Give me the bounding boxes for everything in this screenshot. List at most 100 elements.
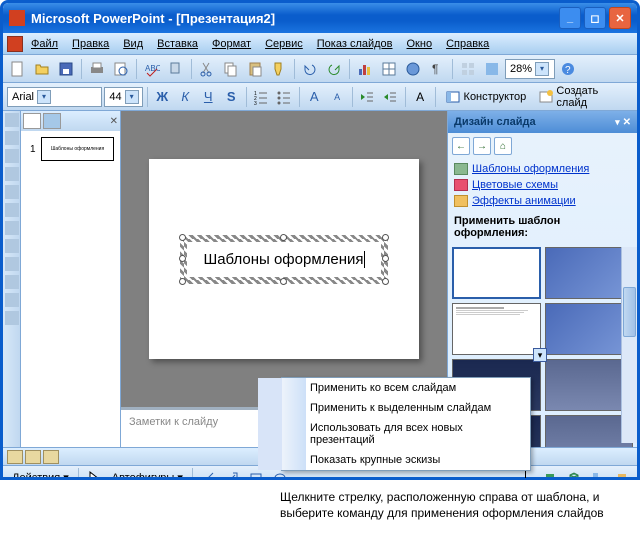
undo-button[interactable] [299,58,321,80]
paste-button[interactable] [244,58,266,80]
scroll-thumb[interactable] [623,287,636,337]
font-size-combo[interactable]: 44▾ [104,87,142,107]
rail-icon[interactable] [5,239,19,253]
rotate-button[interactable] [611,467,633,481]
resize-handle[interactable] [280,234,287,241]
template-thumb[interactable] [545,415,634,447]
open-button[interactable] [31,58,53,80]
help-button[interactable]: ? [557,58,579,80]
gallery-scrollbar[interactable] [621,247,637,443]
shadow-style-button[interactable] [539,467,561,481]
rail-icon[interactable] [5,131,19,145]
rail-icon[interactable] [5,113,19,127]
numbering-button[interactable]: 123 [251,86,272,108]
link-design-templates[interactable]: Шаблоны оформления [454,161,631,177]
forward-button[interactable]: → [473,137,491,155]
resize-handle[interactable] [280,278,287,285]
rail-icon[interactable] [5,203,19,217]
increase-font-button[interactable]: A [304,86,325,108]
home-button[interactable]: ⌂ [494,137,512,155]
chart-button[interactable] [354,58,376,80]
template-thumb[interactable] [452,247,541,299]
tables-borders-button[interactable]: ¶ [426,58,448,80]
underline-button[interactable]: Ч [198,86,219,108]
format-painter-button[interactable] [268,58,290,80]
designer-button[interactable]: Конструктор [440,86,532,108]
arrow-button[interactable] [221,467,243,481]
print-button[interactable] [86,58,108,80]
maximize-button[interactable]: ◻ [584,7,606,29]
outline-tab[interactable] [23,113,41,129]
pointer-button[interactable] [83,467,105,481]
title-bar[interactable]: Microsoft PowerPoint - [Презентация2] _ … [3,3,637,33]
decrease-indent-button[interactable] [357,86,378,108]
template-thumb[interactable]: ▾ [545,247,634,299]
close-panel-icon[interactable]: ✕ [110,116,118,127]
ctx-apply-selected[interactable]: Применить к выделенным слайдам [258,398,530,418]
link-animation[interactable]: Эффекты анимации [454,193,631,209]
menu-format[interactable]: Формат [206,36,257,52]
ctx-large-thumbs[interactable]: Показать крупные эскизы [258,450,530,470]
sorter-view-button[interactable] [25,450,41,464]
line-button[interactable] [197,467,219,481]
template-thumb[interactable] [545,359,634,411]
new-button[interactable] [7,58,29,80]
increase-indent-button[interactable] [380,86,401,108]
rail-icon[interactable] [5,293,19,307]
template-thumb[interactable] [545,303,634,355]
menu-insert[interactable]: Вставка [151,36,204,52]
menu-edit[interactable]: Правка [66,36,115,52]
taskpane-dropdown-icon[interactable]: ▾ [615,117,620,128]
3d-style-button[interactable] [563,467,585,481]
slide-thumbnail[interactable]: 1 Шаблоны оформления [41,137,114,161]
link-color-schemes[interactable]: Цветовые схемы [454,177,631,193]
resize-handle[interactable] [179,255,186,262]
hyperlink-button[interactable] [402,58,424,80]
spell-button[interactable]: ABC [141,58,163,80]
menu-window[interactable]: Окно [401,36,439,52]
template-thumb[interactable] [452,303,541,355]
title-placeholder[interactable]: Шаблоны оформления [184,239,384,280]
slide-canvas[interactable]: Шаблоны оформления [121,111,447,407]
ctx-use-for-new[interactable]: Использовать для всех новых презентаций [258,418,530,450]
slides-tab[interactable] [43,113,61,129]
autoshapes-menu[interactable]: Автофигуры ▾ [107,467,188,481]
resize-handle[interactable] [179,234,186,241]
grid-button[interactable] [457,58,479,80]
rail-icon[interactable] [5,257,19,271]
resize-handle[interactable] [382,278,389,285]
resize-handle[interactable] [382,255,389,262]
italic-button[interactable]: К [175,86,196,108]
rail-icon[interactable] [5,275,19,289]
shadow-button[interactable]: S [221,86,242,108]
menu-view[interactable]: Вид [117,36,149,52]
rail-icon[interactable] [5,221,19,235]
align-button[interactable] [587,467,609,481]
rail-icon[interactable] [5,311,19,325]
menu-help[interactable]: Справка [440,36,495,52]
preview-button[interactable] [110,58,132,80]
rail-icon[interactable] [5,149,19,163]
actions-menu[interactable]: Действия ▾ [7,467,74,481]
zoom-combo[interactable]: 28%▾ [505,59,555,79]
back-button[interactable]: ← [452,137,470,155]
font-combo[interactable]: Arial▾ [7,87,102,107]
resize-handle[interactable] [382,234,389,241]
taskpane-close-icon[interactable]: ✕ [623,117,631,128]
bullets-button[interactable] [274,86,295,108]
minimize-button[interactable]: _ [559,7,581,29]
rail-icon[interactable] [5,185,19,199]
resize-handle[interactable] [179,278,186,285]
new-slide-button[interactable]: Создать слайд [533,86,633,108]
close-button[interactable]: ✕ [609,7,631,29]
rail-icon[interactable] [5,167,19,181]
research-button[interactable] [165,58,187,80]
decrease-font-button[interactable]: A [327,86,348,108]
cut-button[interactable] [196,58,218,80]
redo-button[interactable] [323,58,345,80]
control-icon[interactable] [7,36,23,52]
save-button[interactable] [55,58,77,80]
template-dropdown-arrow[interactable]: ▾ [533,348,547,362]
menu-slideshow[interactable]: Показ слайдов [311,36,399,52]
bold-button[interactable]: Ж [152,86,173,108]
